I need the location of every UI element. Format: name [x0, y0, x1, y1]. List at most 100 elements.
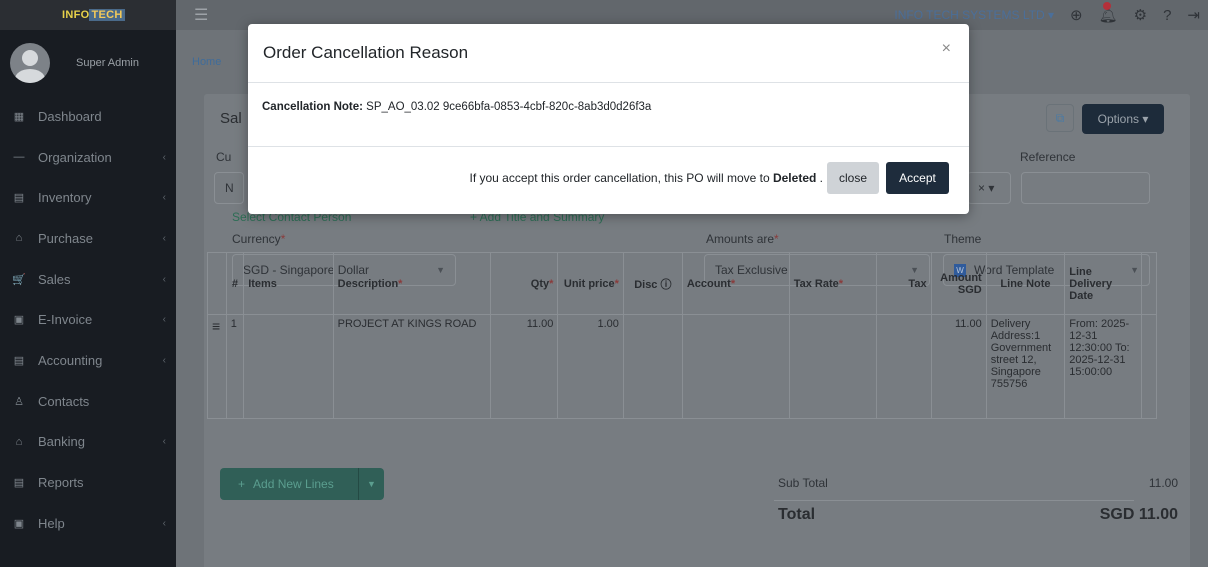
breadcrumb[interactable]: Home: [192, 56, 221, 68]
status-deleted: Deleted: [772, 171, 817, 185]
sidebar-item-e-invoice[interactable]: ▣ E-Invoice ‹: [0, 299, 176, 340]
sidebar-item-label: Purchase: [38, 230, 93, 246]
accept-button[interactable]: Accept: [886, 162, 949, 194]
amounts-are-label: Amounts are*: [706, 232, 779, 246]
clear-select-control[interactable]: × ▾: [978, 181, 994, 195]
chevron-left-icon: ‹: [162, 314, 166, 326]
logo-bar: INFO TECH: [0, 0, 176, 30]
header-num: #: [225, 252, 245, 315]
sidebar-item-label: Banking: [38, 434, 85, 450]
sidebar-item-label: Organization: [38, 149, 112, 165]
add-lines-dropdown-toggle[interactable]: ▼: [358, 468, 384, 500]
add-new-lines-button[interactable]: + Add New Lines ▼: [220, 468, 384, 500]
cell-account[interactable]: [681, 314, 790, 419]
cell-qty[interactable]: 11.00: [489, 314, 559, 419]
line-items-table: # Items Description* Qty* Unit price* Di…: [207, 252, 1158, 419]
user-profile[interactable]: Super Admin: [0, 30, 176, 96]
notification-badge: [1102, 2, 1111, 10]
notification-bell-icon[interactable]: 🔔︎: [1099, 2, 1118, 24]
cancellation-note: Cancellation Note: SP_AO_03.02 9ce66bfa-…: [262, 101, 651, 113]
company-selector[interactable]: INFO TECH SYSTEMS LTD ▾: [894, 8, 1054, 22]
contact-clear-select[interactable]: × ▾: [967, 172, 1011, 204]
reference-label: Reference: [1020, 150, 1076, 164]
cell-description[interactable]: PROJECT AT KINGS ROAD: [332, 314, 491, 419]
sidebar-item-organization[interactable]: — Organization ‹: [0, 137, 176, 178]
logout-icon[interactable]: ⇥: [1187, 6, 1200, 24]
cancellation-message: If you accept this order cancellation, t…: [469, 171, 824, 185]
table-row[interactable]: ≡ 1 PROJECT AT KINGS ROAD 11.00 1.00 11.…: [207, 314, 1158, 419]
sidebar-item-help[interactable]: ▣ Help ‹: [0, 503, 176, 544]
app-logo[interactable]: INFO TECH: [62, 9, 125, 21]
chevron-left-icon: ‹: [162, 192, 166, 204]
header-qty: Qty*: [489, 252, 559, 315]
einvoice-icon: ▣: [13, 314, 25, 327]
copy-button[interactable]: ⧉: [1046, 104, 1074, 132]
subtotal-value: 11.00: [1148, 476, 1178, 490]
sidebar-item-label: Contacts: [38, 393, 90, 409]
order-cancellation-modal: Order Cancellation Reason × Cancellation…: [248, 24, 969, 214]
options-button[interactable]: Options ▾: [1082, 104, 1164, 134]
avatar: [10, 43, 50, 83]
sidebar-item-sales[interactable]: 🛒 Sales ‹: [0, 259, 176, 300]
header-drag: [207, 252, 227, 315]
user-name: Super Admin: [76, 57, 139, 69]
close-icon[interactable]: ×: [942, 40, 951, 58]
sidebar-item-accounting[interactable]: ▤ Accounting ‹: [0, 340, 176, 381]
table-header-row: # Items Description* Qty* Unit price* Di…: [207, 252, 1158, 315]
cell-line-note[interactable]: Delivery Address:1 Government street 12,…: [985, 314, 1066, 419]
sidebar-item-label: Help: [38, 515, 65, 531]
cancellation-note-value: SP_AO_03.02 9ce66bfa-0853-4cbf-820c-8ab3…: [362, 101, 652, 113]
sidebar-item-purchase[interactable]: ⌂ Purchase ‹: [0, 218, 176, 259]
cell-disc[interactable]: [622, 314, 683, 419]
drag-handle-icon[interactable]: ≡: [207, 314, 227, 419]
cell-unit-price[interactable]: 1.00: [557, 314, 624, 419]
sales-icon: 🛒: [12, 273, 26, 286]
modal-body: Cancellation Note: SP_AO_03.02 9ce66bfa-…: [248, 83, 969, 147]
plus-icon: +: [238, 477, 246, 491]
reference-input[interactable]: [1021, 172, 1150, 204]
chevron-left-icon: ‹: [162, 232, 166, 244]
settings-gear-icon[interactable]: ⚙: [1134, 6, 1147, 24]
header-line-note: Line Note: [985, 252, 1066, 315]
subtotal-label: Sub Total: [778, 476, 828, 490]
sidebar-item-label: Inventory: [38, 190, 92, 206]
header-description: Description*: [332, 252, 491, 315]
cell-items[interactable]: [243, 314, 334, 419]
total-value: SGD 11.00: [1099, 506, 1178, 523]
accounting-icon: ▤: [13, 354, 25, 367]
sidebar-item-banking[interactable]: ⌂ Banking ‹: [0, 422, 176, 463]
sidebar-item-label: Dashboard: [38, 108, 102, 124]
sidebar-item-dashboard[interactable]: ▦ Dashboard: [0, 96, 176, 137]
language-globe-icon[interactable]: ⊕: [1070, 6, 1083, 24]
cancellation-note-label: Cancellation Note:: [262, 101, 363, 113]
sidebar-item-contacts[interactable]: ♙ Contacts: [0, 381, 176, 422]
organization-icon: —: [13, 151, 25, 164]
info-icon[interactable]: ⓘ: [661, 279, 672, 291]
header-unit-price: Unit price*: [557, 252, 624, 315]
menu-toggle-icon[interactable]: ☰: [194, 5, 208, 25]
copy-icon: ⧉: [1055, 110, 1065, 125]
dashboard-icon: ▦: [13, 110, 25, 123]
close-button[interactable]: close: [827, 162, 879, 194]
header-disc: Disc ⓘ: [622, 252, 683, 315]
sidebar: INFO TECH Super Admin ▦ Dashboard — Organiza…: [0, 0, 176, 567]
contacts-icon: ♙: [14, 395, 24, 408]
inventory-icon: ▤: [13, 192, 25, 205]
sidebar-item-label: Reports: [38, 475, 84, 491]
purchase-icon: ⌂: [15, 232, 23, 245]
modal-header: Order Cancellation Reason ×: [248, 24, 969, 83]
total-divider: [774, 500, 1134, 501]
header-amount: Amount SGD: [930, 252, 987, 315]
help-question-icon[interactable]: ?: [1163, 7, 1171, 24]
cell-extra: [1140, 314, 1158, 419]
sidebar-item-label: Accounting: [38, 352, 103, 368]
chevron-left-icon: ‹: [162, 273, 166, 285]
sidebar-item-inventory[interactable]: ▤ Inventory ‹: [0, 177, 176, 218]
cell-delivery-date[interactable]: From: 2025-12-31 12:30:00 To: 2025-12-31…: [1064, 314, 1142, 419]
sidebar-item-reports[interactable]: ▤ Reports: [0, 462, 176, 503]
customer-value: N: [225, 181, 234, 195]
customer-select[interactable]: N: [214, 172, 244, 204]
cell-tax-rate[interactable]: [788, 314, 878, 419]
currency-label: Currency*: [232, 232, 286, 246]
modal-footer: If you accept this order cancellation, t…: [248, 147, 969, 213]
